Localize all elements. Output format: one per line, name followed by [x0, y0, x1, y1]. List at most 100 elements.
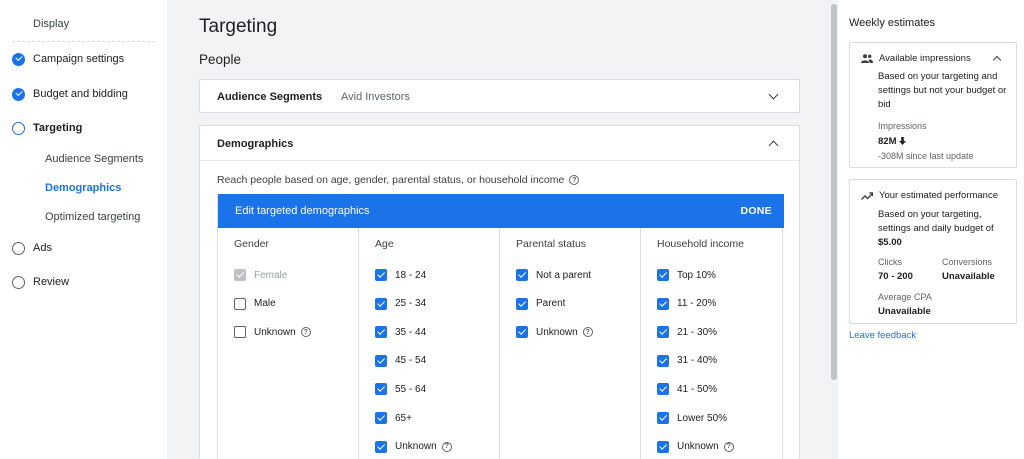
chevron-up-icon[interactable] [992, 55, 1002, 65]
checkbox-label: Unknown [536, 326, 578, 338]
performance-card-title: Your estimated performance [879, 190, 998, 201]
leave-feedback-link[interactable]: Leave feedback [849, 330, 916, 341]
checkbox-checked-icon[interactable] [516, 297, 528, 310]
audience-card-value: Avid Investors [341, 91, 410, 103]
checkbox-checked-icon[interactable] [375, 412, 387, 424]
chevron-up-icon[interactable] [768, 140, 779, 151]
substep-demographics[interactable]: Demographics [45, 182, 121, 194]
checkbox-option[interactable]: Parent [516, 297, 565, 311]
editor-header-bar: Edit targeted demographics DONE [218, 194, 784, 228]
checkbox-checked-icon[interactable] [657, 354, 669, 367]
current-step-circle-icon [12, 121, 25, 135]
column-header: Parental status [516, 238, 587, 250]
checkbox-option[interactable]: Not a parent [516, 268, 591, 282]
step-review[interactable]: Review [12, 274, 69, 290]
checkbox-option[interactable]: 45 - 54 [375, 354, 426, 368]
checkbox-label: 55 - 64 [395, 383, 427, 395]
help-icon[interactable]: ? [569, 175, 580, 185]
checkbox-unchecked-icon[interactable] [234, 297, 246, 310]
demographics-description: Reach people based on age, gender, paren… [217, 174, 580, 186]
checkbox-checked-icon[interactable] [657, 326, 669, 339]
audience-card-label: Audience Segments [217, 91, 323, 103]
performance-card-header[interactable]: Your estimated performance [861, 190, 998, 201]
audience-segments-card[interactable]: Audience Segments Avid Investors [199, 79, 800, 113]
sidebar-divider [12, 41, 155, 42]
available-impressions-card: Available impressions Based on your targ… [849, 42, 1017, 168]
impressions-label: Impressions [878, 121, 927, 131]
checkbox-checked-icon[interactable] [375, 297, 387, 310]
column-header: Gender [234, 238, 270, 250]
conversions-value: Unavailable [942, 271, 995, 282]
checkbox-checked-icon[interactable] [375, 383, 387, 396]
check-circle-icon [12, 52, 25, 66]
column-age: Age 18 - 24 25 - 34 35 - 44 45 - 54 55 - 64 65… [359, 228, 500, 459]
step-budget-and-bidding[interactable]: Budget and bidding [12, 86, 128, 102]
checkbox-checked-icon[interactable] [375, 326, 387, 339]
cpa-value: Unavailable [878, 306, 931, 317]
checkbox-label: 31 - 40% [677, 355, 718, 367]
demographics-card: Demographics Reach people based on age, … [199, 125, 800, 459]
checkbox-checked-icon[interactable] [516, 269, 528, 281]
checkbox-option[interactable]: 21 - 30% [657, 325, 717, 339]
checkbox-label: Unknown [677, 441, 719, 453]
checkbox-label: 45 - 54 [395, 355, 427, 367]
checkbox-option[interactable]: Male [234, 297, 276, 311]
step-targeting[interactable]: Targeting [12, 120, 82, 136]
chevron-down-icon[interactable] [768, 89, 779, 100]
weekly-estimates-panel: Weekly estimates Available impressions B… [838, 0, 1024, 459]
checkbox-checked-icon[interactable] [657, 383, 669, 396]
help-icon[interactable]: ? [300, 327, 311, 338]
checkbox-checked-icon[interactable] [516, 326, 528, 339]
impressions-card-header[interactable]: Available impressions [861, 53, 971, 64]
checkbox-checked-icon[interactable] [657, 297, 669, 310]
checkbox-label: 35 - 44 [395, 326, 427, 338]
checkbox-option[interactable]: 35 - 44 [375, 325, 426, 339]
step-campaign-settings[interactable]: Campaign settings [12, 51, 124, 67]
step-label: Budget and bidding [33, 88, 128, 100]
checkbox-option[interactable]: Unknown? [375, 440, 452, 454]
checkbox-label: 18 - 24 [395, 269, 427, 281]
checkbox-option[interactable]: Top 10% [657, 268, 716, 282]
help-icon[interactable]: ? [441, 441, 452, 452]
scrollbar-thumb[interactable] [831, 4, 837, 380]
checkbox-checked-icon[interactable] [657, 269, 669, 281]
checkbox-label: 11 - 20% [677, 298, 717, 310]
section-title: People [199, 52, 242, 67]
checkbox-option[interactable]: Unknown? [516, 325, 593, 339]
checkbox-checked-icon[interactable] [657, 440, 669, 453]
substep-audience-segments[interactable]: Audience Segments [45, 153, 143, 165]
checkbox-option[interactable]: 31 - 40% [657, 354, 717, 368]
help-icon[interactable]: ? [723, 441, 734, 452]
demographics-card-header[interactable]: Demographics [200, 126, 799, 161]
checkbox-option[interactable]: Lower 50% [657, 411, 727, 425]
checkbox-option[interactable]: 55 - 64 [375, 382, 426, 396]
help-icon[interactable]: ? [582, 327, 593, 338]
scrollbar[interactable] [830, 0, 838, 459]
checkbox-checked-icon[interactable] [375, 440, 387, 453]
checkbox-option[interactable]: Unknown? [657, 440, 734, 454]
check-circle-icon [12, 87, 25, 101]
editor-title: Edit targeted demographics [235, 205, 370, 217]
clicks-value: 70 - 200 [878, 271, 913, 282]
checkbox-option[interactable]: 65+ [375, 411, 412, 425]
panel-title: Weekly estimates [849, 17, 935, 29]
step-ads[interactable]: Ads [12, 240, 52, 256]
done-button[interactable]: DONE [740, 205, 772, 217]
checkbox-checked-icon[interactable] [375, 269, 387, 281]
checkbox-checked-icon[interactable] [657, 412, 669, 424]
sidebar-display-label[interactable]: Display [33, 18, 69, 30]
checkbox-option[interactable]: 25 - 34 [375, 297, 426, 311]
checkbox-checked-icon[interactable] [375, 354, 387, 367]
substep-optimized-targeting[interactable]: Optimized targeting [45, 211, 140, 223]
column-header: Age [375, 238, 394, 250]
checkbox-unchecked-icon[interactable] [234, 326, 246, 339]
checkbox-option[interactable]: 18 - 24 [375, 268, 426, 282]
checkbox-label: Female [254, 269, 288, 281]
steps-sidebar: Display Campaign settings Budget and bid… [0, 0, 167, 459]
checkbox-option[interactable]: Unknown? [234, 325, 311, 339]
main-content: Targeting People Audience Segments Avid … [167, 0, 830, 459]
description-text: Reach people based on age, gender, paren… [217, 174, 565, 186]
checkbox-option[interactable]: 11 - 20% [657, 297, 716, 311]
checkbox-option[interactable]: 41 - 50% [657, 382, 717, 396]
checkbox-label: 41 - 50% [677, 383, 718, 395]
